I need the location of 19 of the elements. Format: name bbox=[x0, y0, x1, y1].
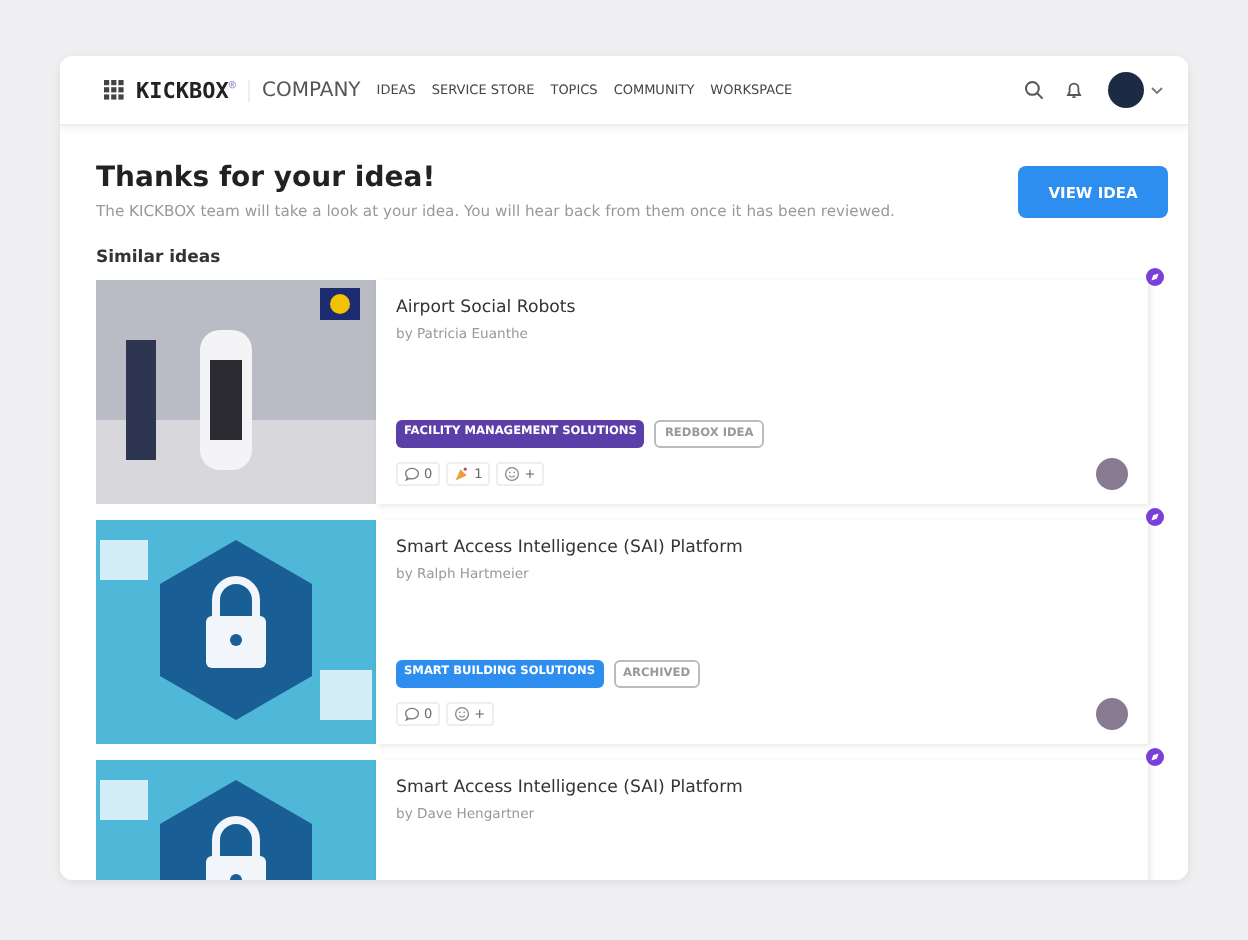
confirmation-title: Thanks for your idea! bbox=[96, 162, 438, 194]
company-name: COMPANY bbox=[247, 79, 361, 101]
caret-icon[interactable] bbox=[1150, 85, 1164, 95]
search-icon[interactable] bbox=[1024, 80, 1044, 100]
bell-icon[interactable] bbox=[1064, 80, 1084, 100]
section-heading: Similar ideas bbox=[96, 248, 223, 268]
idea-title[interactable]: Airport Social Robots bbox=[396, 298, 1128, 318]
author-avatar bbox=[1096, 458, 1128, 490]
kickbox-logo[interactable]: KICKBOX$^{®}$ bbox=[136, 77, 236, 103]
apps-grid-icon[interactable] bbox=[104, 80, 124, 100]
smiley-icon bbox=[504, 466, 521, 482]
party-popper-icon bbox=[454, 466, 471, 482]
comment-icon bbox=[404, 706, 420, 722]
comment-icon bbox=[404, 466, 420, 482]
idea-title[interactable]: Smart Access Intelligence (SAI) Platform bbox=[396, 778, 1128, 798]
user-avatar[interactable] bbox=[1108, 72, 1144, 108]
smiley-icon bbox=[454, 706, 471, 722]
author-avatar bbox=[1096, 698, 1128, 730]
idea-title[interactable]: Smart Access Intelligence (SAI) Platform bbox=[396, 538, 1128, 558]
